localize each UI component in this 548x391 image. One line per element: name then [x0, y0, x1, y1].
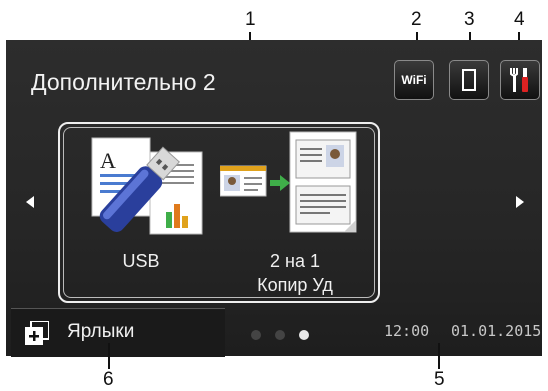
page-indicator — [251, 330, 309, 340]
shortcuts-icon — [25, 321, 49, 345]
usb-drive-icon: A — [91, 137, 203, 235]
callout-line-6 — [108, 343, 110, 369]
usb-app-button[interactable]: A USB — [66, 124, 216, 301]
callout-line-5 — [438, 343, 440, 369]
toner-button[interactable] — [449, 60, 489, 100]
wifi-label: WiFi — [401, 73, 427, 87]
app-panel: A USB 2 на 1 Копир Уд — [58, 122, 380, 303]
callout-3: 3 — [464, 9, 475, 30]
shortcuts-label: Ярлыки — [67, 321, 135, 342]
callout-5: 5 — [434, 369, 445, 390]
id-copy-label-line1: 2 на 1 — [270, 251, 320, 271]
callout-1: 1 — [245, 9, 256, 30]
page-dot-active[interactable] — [299, 330, 309, 340]
toner-icon — [462, 69, 476, 91]
id-copy-label-line2: Копир Уд — [257, 275, 333, 295]
tools-icon — [510, 68, 528, 92]
page-dot[interactable] — [251, 330, 261, 340]
scroll-left-arrow-icon[interactable] — [26, 196, 34, 208]
page-dot[interactable] — [275, 330, 285, 340]
callout-6: 6 — [103, 369, 114, 390]
id-copy-app-button[interactable]: 2 на 1 Копир Уд — [220, 124, 370, 301]
clock-date: 01.01.2015 — [451, 322, 542, 340]
wifi-button[interactable]: WiFi — [394, 60, 434, 100]
screen-title: Дополнительно 2 — [31, 69, 216, 95]
id-copy-icon — [220, 131, 357, 233]
scroll-right-arrow-icon[interactable] — [516, 196, 524, 208]
clock-time: 12:00 — [384, 322, 430, 340]
settings-button[interactable] — [500, 60, 540, 100]
usb-app-label: USB — [122, 251, 160, 271]
shortcuts-button[interactable]: Ярлыки — [11, 308, 225, 357]
touchscreen: Дополнительно 2 WiFi A USB 2 на 1 Копир … — [6, 40, 542, 357]
svg-text:A: A — [100, 148, 116, 173]
callout-4: 4 — [514, 9, 525, 30]
callout-2: 2 — [411, 9, 422, 30]
